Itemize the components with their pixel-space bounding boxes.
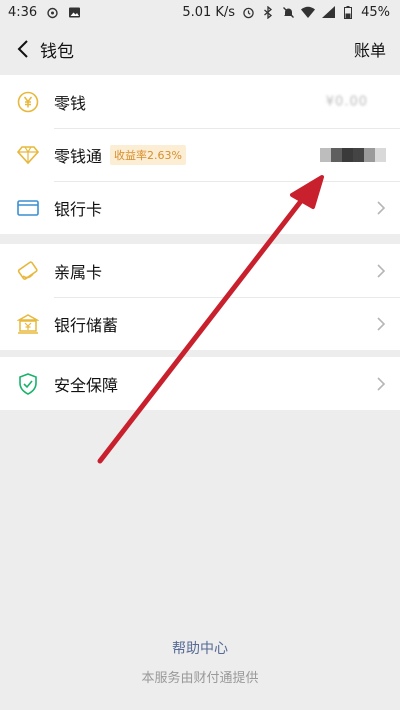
- wallet-group-balance: 零钱 ¥0.00 零钱通 收益率2.63% 银行卡: [0, 75, 400, 234]
- status-bar: 4:36 5.01 K/s 45%: [0, 0, 400, 24]
- bill-button[interactable]: 账单: [354, 37, 386, 61]
- row-label: 零钱通: [54, 146, 103, 166]
- row-bank-savings[interactable]: 银行储蓄: [0, 297, 400, 350]
- row-label: 安全保障: [54, 375, 119, 395]
- wallet-group-services: 亲属卡 银行储蓄: [0, 244, 400, 350]
- balance-mosaic: [320, 147, 386, 162]
- bank-savings-icon: [16, 312, 40, 336]
- gallery-icon: [67, 5, 81, 19]
- weibo-icon: [45, 5, 59, 19]
- status-time: 4:36: [8, 4, 38, 20]
- row-change[interactable]: 零钱 ¥0.00: [0, 75, 400, 128]
- back-button[interactable]: [12, 38, 34, 60]
- alarm-icon: [241, 5, 255, 19]
- row-label: 亲属卡: [54, 262, 103, 282]
- battery-icon: [341, 5, 355, 19]
- bank-card-icon: [16, 196, 40, 220]
- chevron-left-icon: [17, 40, 28, 58]
- page-title: 钱包: [40, 41, 74, 62]
- row-label: 零钱: [54, 93, 87, 113]
- family-card-icon: [16, 259, 40, 283]
- shield-icon: [16, 372, 40, 396]
- provider-text: 本服务由财付通提供: [141, 671, 259, 686]
- row-licaitong[interactable]: 零钱通 收益率2.63%: [0, 128, 400, 181]
- chevron-right-icon: [377, 263, 386, 278]
- mute-icon: [281, 5, 295, 19]
- chevron-right-icon: [377, 376, 386, 391]
- wifi-icon: [301, 5, 316, 19]
- row-label: 银行储蓄: [54, 315, 119, 335]
- yield-badge: 收益率2.63%: [110, 144, 186, 165]
- yuan-coin-icon: [16, 90, 40, 114]
- nav-bar: 钱包 账单: [0, 24, 400, 74]
- row-family-card[interactable]: 亲属卡: [0, 244, 400, 297]
- change-amount-blurred: ¥0.00: [325, 94, 368, 109]
- diamond-icon: [16, 143, 40, 167]
- network-speed: 5.01 K/s: [182, 4, 236, 20]
- bluetooth-icon: [261, 5, 275, 19]
- wallet-group-security: 安全保障: [0, 357, 400, 410]
- row-security[interactable]: 安全保障: [0, 357, 400, 410]
- chevron-right-icon: [377, 316, 386, 331]
- row-bank-card[interactable]: 银行卡: [0, 181, 400, 234]
- chevron-right-icon: [377, 200, 386, 215]
- help-center-link[interactable]: 帮助中心: [0, 638, 400, 658]
- signal-icon: [321, 5, 335, 19]
- battery-level: 45%: [361, 4, 390, 20]
- row-label: 银行卡: [54, 199, 103, 219]
